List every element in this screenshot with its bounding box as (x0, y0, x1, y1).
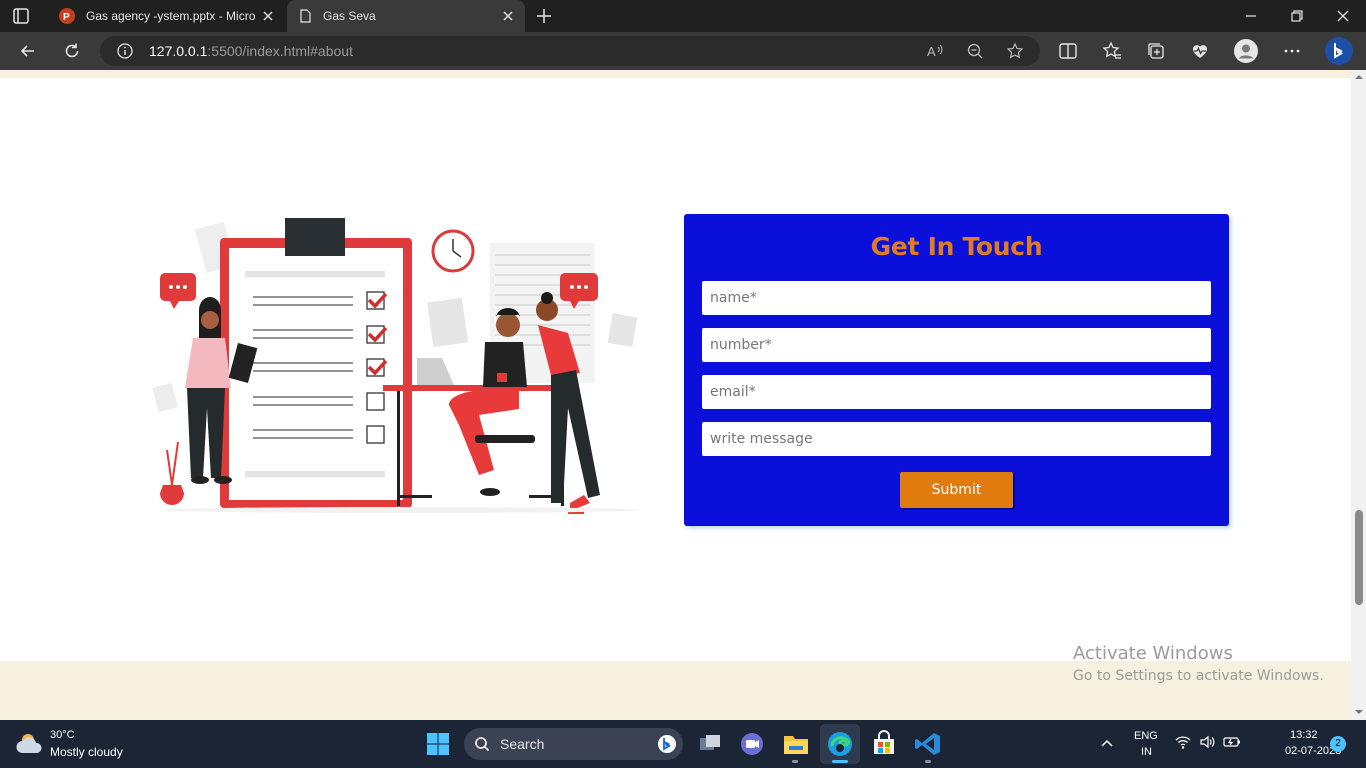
collections-icon[interactable] (1146, 41, 1166, 61)
favorite-star-icon[interactable] (1006, 42, 1024, 60)
notification-badge[interactable]: 2 (1330, 736, 1346, 752)
vscode-icon[interactable] (914, 730, 942, 758)
email-input[interactable] (702, 375, 1211, 409)
running-indicator (925, 760, 931, 763)
page-scrollbar[interactable] (1351, 70, 1366, 720)
more-options-icon[interactable] (1282, 41, 1302, 61)
scroll-up-icon[interactable] (1355, 73, 1363, 81)
profile-avatar-icon[interactable] (1234, 39, 1258, 63)
browser-toolbar: 127.0.0.1:5500/index.html#about A (0, 32, 1366, 70)
close-tab-icon[interactable] (261, 9, 275, 23)
submit-button[interactable]: Submit (900, 472, 1013, 508)
bing-copilot-icon[interactable] (1324, 36, 1354, 66)
weather-temperature[interactable]: 30°C (50, 729, 75, 741)
scroll-thumb[interactable] (1355, 510, 1363, 605)
message-input[interactable] (702, 422, 1211, 456)
address-bar[interactable]: 127.0.0.1:5500/index.html#about A (100, 36, 1040, 66)
info-icon[interactable] (116, 42, 134, 60)
url-text[interactable]: 127.0.0.1:5500/index.html#about (149, 43, 353, 59)
page-icon (300, 9, 311, 23)
read-aloud-icon[interactable]: A (926, 42, 944, 60)
browser-tab-bar: P Gas agency -ystem.pptx - Micros Gas Se… (0, 0, 1366, 32)
windows-taskbar: 30°C Mostly cloudy Search ENG IN 13:32 0… (0, 720, 1366, 768)
volume-icon[interactable] (1199, 734, 1215, 750)
number-input[interactable] (702, 328, 1211, 362)
active-indicator (832, 760, 848, 763)
split-screen-icon[interactable] (1058, 41, 1078, 61)
wifi-icon[interactable] (1175, 734, 1191, 750)
language-indicator[interactable]: ENG (1134, 730, 1158, 742)
cloudy-weather-icon[interactable] (16, 731, 44, 755)
back-icon[interactable] (18, 41, 38, 61)
task-view-icon[interactable] (696, 730, 724, 758)
restore-icon[interactable] (1289, 8, 1305, 24)
close-window-icon[interactable] (1335, 8, 1351, 24)
file-explorer-icon[interactable] (782, 730, 810, 758)
weather-description[interactable]: Mostly cloudy (50, 745, 123, 759)
chevron-up-icon[interactable] (1101, 738, 1113, 750)
watermark-title: Activate Windows (1073, 643, 1233, 664)
microsoft-store-icon[interactable] (870, 730, 898, 758)
windows-start-icon[interactable] (426, 732, 450, 756)
minimize-icon[interactable] (1243, 8, 1259, 24)
tab-title: Gas Seva (323, 9, 376, 23)
svg-text:P: P (63, 12, 70, 23)
browser-essentials-icon[interactable] (1190, 41, 1210, 61)
search-icon (475, 737, 490, 752)
tab-powerpoint[interactable]: P Gas agency -ystem.pptx - Micros (48, 0, 285, 32)
refresh-icon[interactable] (62, 41, 82, 61)
url-host: 127.0.0.1 (149, 43, 208, 59)
name-input[interactable] (702, 281, 1211, 315)
zoom-out-icon[interactable] (966, 42, 984, 60)
url-path: :5500/index.html#about (207, 43, 353, 59)
powerpoint-icon: P (59, 8, 75, 24)
activate-windows-watermark: Activate Windows Go to Settings to activ… (1073, 643, 1324, 684)
teams-chat-icon[interactable] (738, 730, 766, 758)
page-viewport: Get In Touch Submit (0, 70, 1351, 720)
scroll-down-icon[interactable] (1355, 708, 1363, 716)
contact-form-card: Get In Touch Submit (684, 214, 1229, 526)
tab-title: Gas agency -ystem.pptx - Micros (86, 9, 256, 23)
search-label: Search (500, 736, 545, 752)
clock-time[interactable]: 13:32 (1290, 729, 1318, 741)
header-strip (0, 70, 1351, 78)
tab-actions-icon[interactable] (12, 7, 30, 25)
new-tab-icon[interactable] (534, 6, 554, 26)
svg-text:A: A (927, 44, 936, 59)
region-indicator[interactable]: IN (1141, 746, 1152, 758)
bing-icon[interactable] (657, 734, 677, 754)
watermark-subtitle: Go to Settings to activate Windows. (1073, 668, 1324, 684)
taskbar-search[interactable]: Search (464, 728, 683, 760)
team-checklist-illustration (152, 218, 640, 514)
close-tab-icon[interactable] (501, 9, 515, 23)
edge-browser-icon[interactable] (826, 730, 854, 758)
contact-title: Get In Touch (870, 232, 1043, 261)
favorites-icon[interactable] (1102, 41, 1122, 61)
running-indicator (792, 760, 798, 763)
tab-gas-seva[interactable]: Gas Seva (287, 0, 525, 32)
battery-charging-icon[interactable] (1223, 734, 1241, 750)
